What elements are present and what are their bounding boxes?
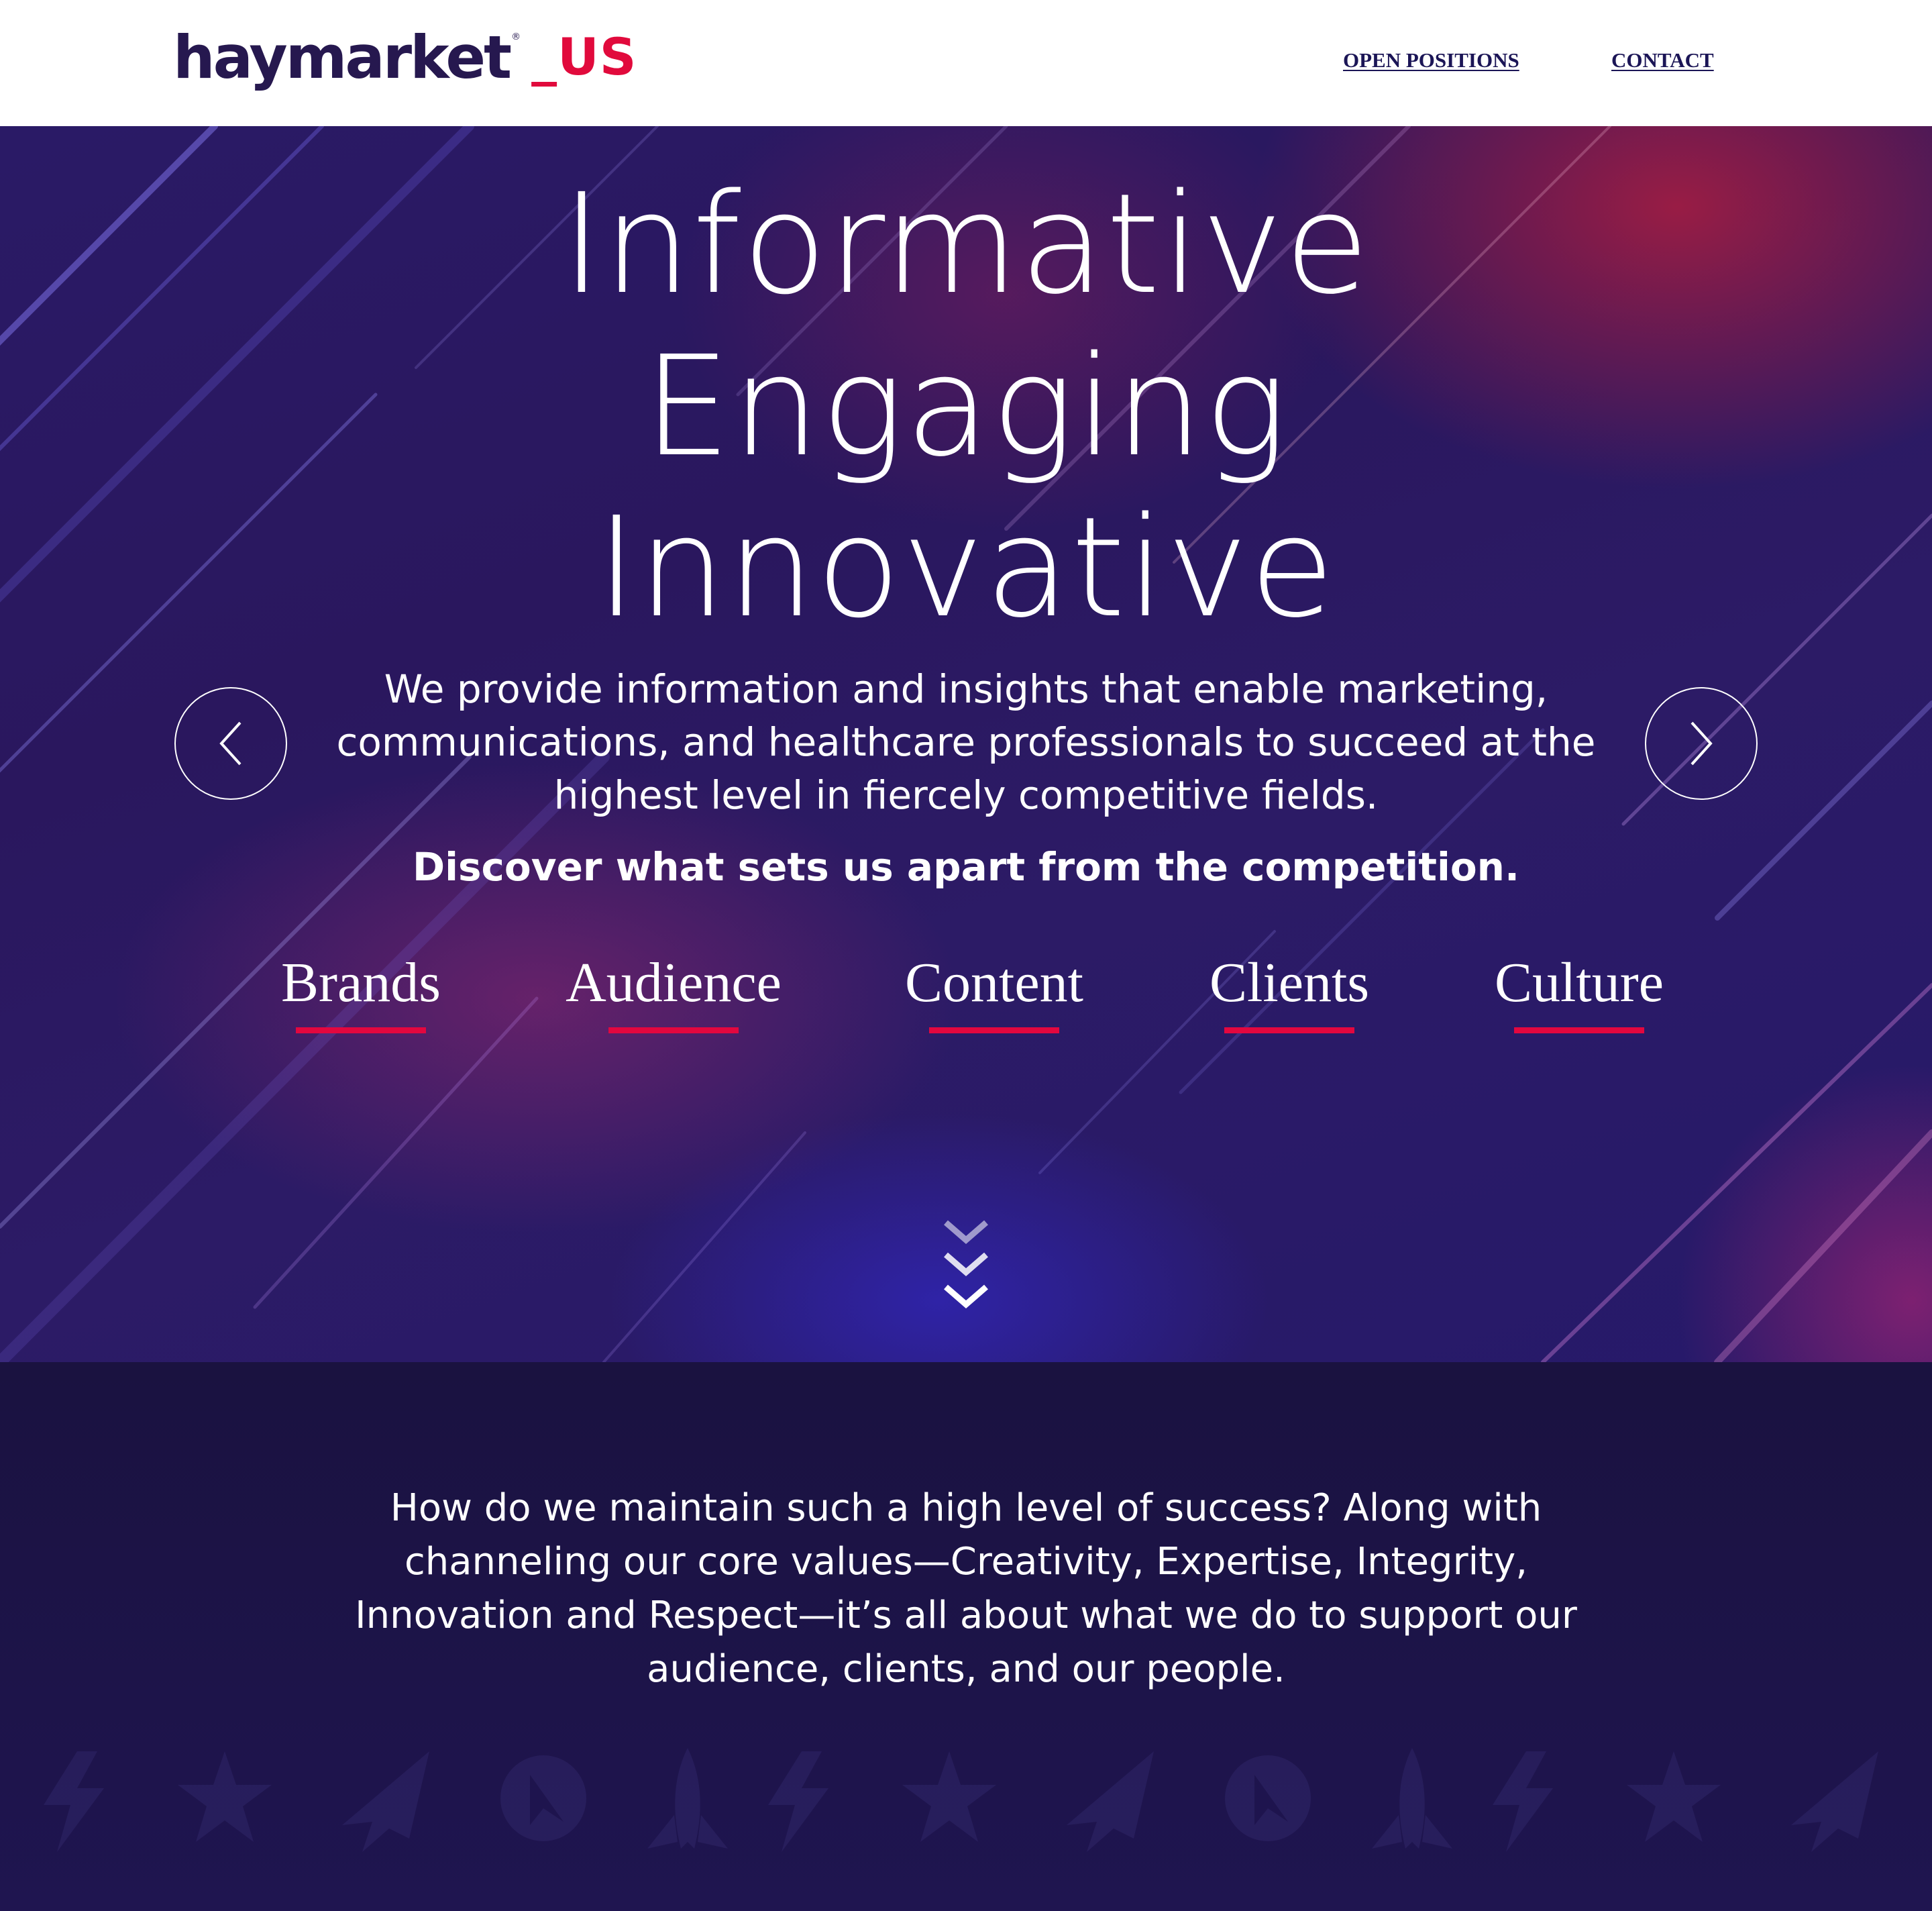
values-paragraph: How do we maintain such a high level of … — [355, 1486, 1577, 1691]
hero-tagline: Discover what sets us apart from the com… — [412, 844, 1520, 890]
lightning-icon — [44, 1751, 104, 1852]
paper-plane-icon — [1791, 1751, 1878, 1852]
pillar-label: Brands — [281, 951, 441, 1014]
nav-contact-link[interactable]: CONTACT — [1611, 48, 1714, 72]
pillar-link-content[interactable]: Content — [905, 950, 1083, 1033]
pillar-underline — [295, 1027, 426, 1033]
star-icon — [1627, 1751, 1721, 1842]
pillar-label: Content — [905, 951, 1083, 1014]
pillar-link-clients[interactable]: Clients — [1210, 950, 1369, 1033]
rocket-icon — [1372, 1748, 1452, 1849]
pillar-link-brands[interactable]: Brands — [281, 950, 441, 1033]
pillar-underline — [929, 1027, 1059, 1033]
nav-open-positions-link[interactable]: OPEN POSITIONS — [1343, 48, 1519, 72]
carousel-next-button[interactable] — [1645, 687, 1758, 800]
rocket-icon — [647, 1748, 728, 1849]
paper-plane-icon — [342, 1751, 429, 1852]
logo-registered-mark: ® — [511, 32, 521, 42]
values-section: How do we maintain such a high level of … — [0, 1362, 1932, 1911]
pillar-underline — [608, 1027, 739, 1033]
compass-icon — [500, 1755, 586, 1841]
pillar-underline — [1514, 1027, 1644, 1033]
logo-suffix: _US — [531, 27, 637, 87]
haymarket-us-logo[interactable]: haymarket ® _US — [173, 17, 637, 98]
star-icon — [178, 1751, 272, 1842]
pillar-link-culture[interactable]: Culture — [1495, 950, 1664, 1033]
hero-section: Informative Engaging Innovative We provi… — [0, 126, 1932, 1362]
values-icon-strip — [44, 1748, 1878, 1852]
paper-plane-icon — [1067, 1751, 1154, 1852]
chevron-right-icon — [1690, 721, 1713, 766]
pillar-nav: Brands Audience Content Clients Culture — [0, 950, 1932, 1051]
pillar-label: Audience — [566, 951, 782, 1014]
chevron-left-icon — [219, 721, 241, 766]
pillar-underline — [1224, 1027, 1354, 1033]
hero-intro-text: We provide information and insights that… — [336, 666, 1596, 818]
compass-icon — [1225, 1755, 1311, 1841]
star-icon — [902, 1751, 996, 1842]
hero-headline-line-2: Engaging — [643, 326, 1289, 487]
carousel-prev-button[interactable] — [174, 687, 287, 800]
logo-wordmark: haymarket — [173, 23, 512, 92]
site-header: haymarket ® _US OPEN POSITIONS CONTACT — [0, 0, 1932, 126]
pillar-label: Clients — [1209, 951, 1370, 1014]
lightning-icon — [1493, 1751, 1553, 1852]
lightning-icon — [768, 1751, 828, 1852]
pillar-link-audience[interactable]: Audience — [566, 950, 782, 1033]
hero-headline-line-3: Innovative — [596, 487, 1336, 648]
hero-headline-line-1: Informative — [561, 164, 1371, 325]
pillar-label: Culture — [1495, 951, 1664, 1014]
triple-chevron-down-icon[interactable] — [942, 1216, 990, 1315]
